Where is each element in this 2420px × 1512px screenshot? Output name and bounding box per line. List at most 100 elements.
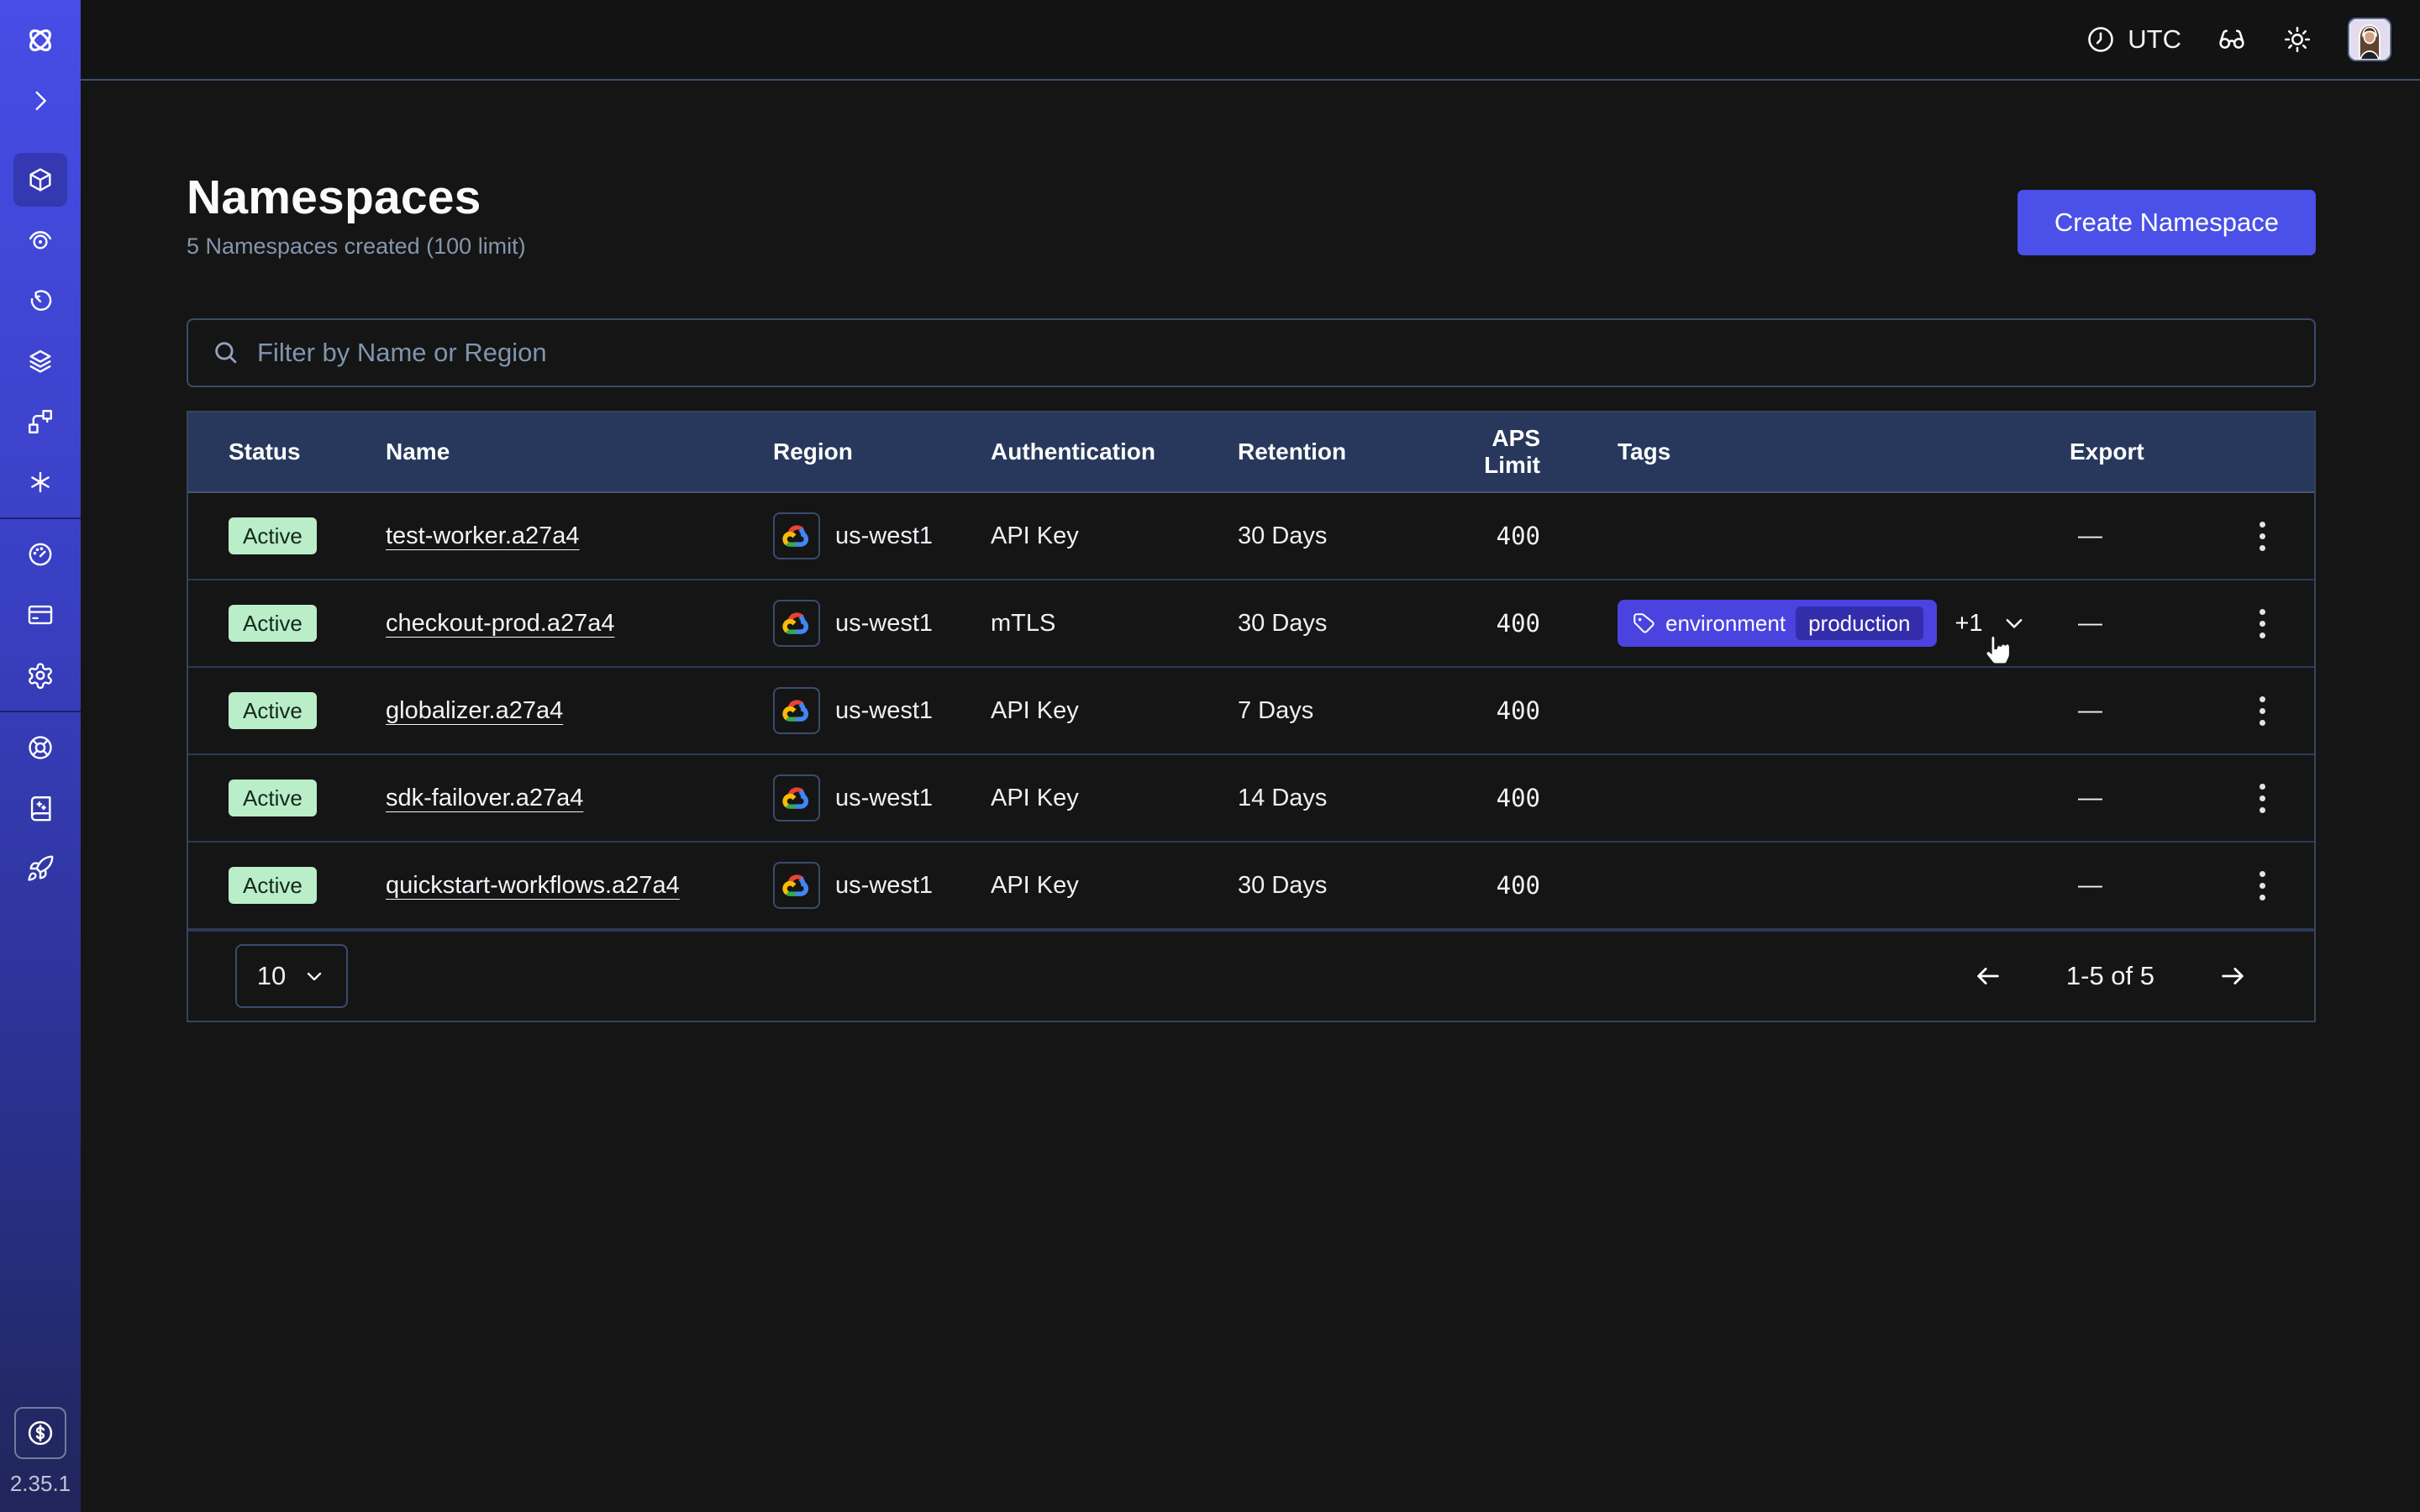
glasses-icon[interactable] xyxy=(2217,24,2247,55)
column-retention: Retention xyxy=(1238,438,1431,465)
namespaces-table: Status Name Region Authentication Retent… xyxy=(187,411,2316,1022)
credit-card-icon xyxy=(13,588,67,642)
sidebar-item-getting-started[interactable] xyxy=(0,838,81,899)
status-badge: Active xyxy=(229,692,317,729)
aps-limit-cell: 400 xyxy=(1431,696,1618,726)
gcp-cloud-icon xyxy=(773,687,820,734)
gcp-cloud-icon xyxy=(773,774,820,822)
user-avatar[interactable] xyxy=(2348,18,2391,61)
auth-cell: API Key xyxy=(991,697,1238,725)
row-actions-menu[interactable] xyxy=(2251,688,2274,734)
sun-theme-toggle-icon[interactable] xyxy=(2282,24,2312,55)
sidebar-item-deployments[interactable] xyxy=(0,331,81,391)
region-cell: us-west1 xyxy=(773,862,991,909)
tag-group[interactable]: environment production +1 xyxy=(1618,600,2070,647)
table-row: Active quickstart-workflows.a27a4 us-wes… xyxy=(188,843,2314,930)
sidebar-item-nexus[interactable] xyxy=(0,452,81,512)
sidebar-item-docs[interactable] xyxy=(0,778,81,838)
orbit-eye-icon xyxy=(13,213,67,267)
status-badge: Active xyxy=(229,517,317,554)
row-actions-menu[interactable] xyxy=(2251,513,2274,559)
credits-badge-button[interactable] xyxy=(14,1407,66,1459)
column-aps-limit: APS Limit xyxy=(1431,425,1618,479)
tags-cell: environment production +1 xyxy=(1618,600,2070,647)
namespace-link[interactable]: globalizer.a27a4 xyxy=(386,697,563,724)
chevron-right-icon xyxy=(13,74,67,128)
sidebar-item-batch-operations[interactable] xyxy=(0,391,81,452)
filter-input[interactable] xyxy=(257,338,2291,368)
row-actions-menu[interactable] xyxy=(2251,863,2274,909)
export-cell: — xyxy=(2070,522,2240,550)
export-cell: — xyxy=(2070,785,2240,812)
arrow-left-icon xyxy=(1969,962,2007,990)
sidebar-item-schedules[interactable] xyxy=(0,270,81,331)
timezone-label: UTC xyxy=(2128,24,2181,55)
cube-icon xyxy=(13,153,67,207)
region-label: us-west1 xyxy=(835,872,933,900)
sidebar-item-namespaces[interactable] xyxy=(0,150,81,210)
sidebar-divider xyxy=(0,517,81,519)
sidebar-item-monitoring[interactable] xyxy=(0,210,81,270)
chevron-down-icon xyxy=(2002,611,2027,636)
auth-cell: mTLS xyxy=(991,610,1238,638)
badge-dollar-icon xyxy=(25,1418,55,1448)
previous-page-button[interactable] xyxy=(1965,958,2011,994)
page-size-value: 10 xyxy=(257,961,286,991)
sidebar-item-billing[interactable] xyxy=(0,585,81,645)
region-cell: us-west1 xyxy=(773,774,991,822)
table-row: Active test-worker.a27a4 us-west1 API Ke… xyxy=(188,493,2314,580)
temporal-logo[interactable] xyxy=(0,10,81,71)
graph-branch-icon xyxy=(13,395,67,449)
arrow-right-icon xyxy=(2213,962,2252,990)
status-cell: Active xyxy=(229,605,386,642)
region-cell: us-west1 xyxy=(773,600,991,647)
topbar: UTC xyxy=(81,0,2420,81)
namespace-link[interactable]: test-worker.a27a4 xyxy=(386,522,580,549)
gear-icon xyxy=(13,648,67,702)
row-actions-menu[interactable] xyxy=(2251,775,2274,822)
gcp-cloud-icon xyxy=(773,512,820,559)
namespace-link[interactable]: sdk-failover.a27a4 xyxy=(386,785,583,811)
chevron-down-icon xyxy=(302,964,326,988)
column-name: Name xyxy=(386,438,773,465)
content-column: UTC Namespaces 5 Namespaces created (100… xyxy=(81,0,2420,1512)
tag-more-count: +1 xyxy=(1955,610,1983,638)
region-label: us-west1 xyxy=(835,697,933,725)
retention-cell: 30 Days xyxy=(1238,522,1431,550)
export-cell: — xyxy=(2070,697,2240,725)
sidebar-item-support[interactable] xyxy=(0,717,81,778)
row-actions-menu[interactable] xyxy=(2251,601,2274,647)
name-cell: test-worker.a27a4 xyxy=(386,522,773,550)
aps-limit-cell: 400 xyxy=(1431,609,1618,638)
sidebar-item-usage[interactable] xyxy=(0,524,81,585)
name-cell: sdk-failover.a27a4 xyxy=(386,785,773,812)
lifebuoy-icon xyxy=(13,721,67,774)
retention-cell: 30 Days xyxy=(1238,872,1431,900)
status-cell: Active xyxy=(229,692,386,729)
next-page-button[interactable] xyxy=(2210,958,2255,994)
aps-limit-cell: 400 xyxy=(1431,784,1618,813)
region-cell: us-west1 xyxy=(773,512,991,559)
table-row: Active checkout-prod.a27a4 us-west1 mTLS… xyxy=(188,580,2314,668)
app-root: 2.35.1 UTC xyxy=(0,0,2420,1512)
timezone-selector[interactable]: UTC xyxy=(2086,24,2181,55)
gcp-cloud-icon xyxy=(773,862,820,909)
status-cell: Active xyxy=(229,780,386,816)
sidebar: 2.35.1 xyxy=(0,0,81,1512)
export-cell: — xyxy=(2070,872,2240,900)
namespace-link[interactable]: checkout-prod.a27a4 xyxy=(386,610,614,637)
sidebar-expand-button[interactable] xyxy=(0,71,81,131)
auth-cell: API Key xyxy=(991,785,1238,812)
region-label: us-west1 xyxy=(835,522,933,550)
clock-icon xyxy=(2086,24,2116,55)
sidebar-item-settings[interactable] xyxy=(0,645,81,706)
namespace-link[interactable]: quickstart-workflows.a27a4 xyxy=(386,872,680,899)
sidebar-divider xyxy=(0,711,81,712)
page-size-select[interactable]: 10 xyxy=(235,944,348,1008)
column-export: Export xyxy=(2070,438,2240,465)
table-row: Active globalizer.a27a4 us-west1 API Key… xyxy=(188,668,2314,755)
page-title-block: Namespaces 5 Namespaces created (100 lim… xyxy=(187,170,526,260)
create-namespace-button[interactable]: Create Namespace xyxy=(2018,190,2316,255)
asterisk-icon xyxy=(13,455,67,509)
retention-cell: 14 Days xyxy=(1238,785,1431,812)
